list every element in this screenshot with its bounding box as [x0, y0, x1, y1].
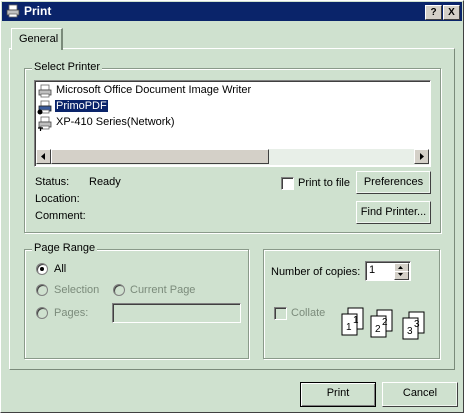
- preferences-button-label: Preferences: [363, 176, 424, 188]
- scroll-right-button[interactable]: [414, 149, 429, 164]
- spin-down-button[interactable]: [394, 271, 409, 280]
- copies-spinner[interactable]: 1: [365, 261, 411, 281]
- window-title: Print: [24, 4, 52, 18]
- radio-selected-dot: [40, 267, 44, 271]
- current-page-radio[interactable]: [113, 284, 125, 296]
- find-printer-button-label: Find Printer...: [360, 206, 427, 218]
- select-printer-label: Select Printer: [32, 61, 103, 73]
- collate-page-number: 2: [382, 317, 388, 328]
- printer-name: PrimoPDF: [55, 100, 108, 112]
- printer-icon: [6, 4, 20, 18]
- page-range-label: Page Range: [32, 242, 98, 254]
- scroll-left-button[interactable]: [36, 149, 51, 164]
- tab-general[interactable]: General: [11, 28, 63, 50]
- preferences-button[interactable]: Preferences: [356, 171, 431, 194]
- collate-page-number: 3: [407, 326, 413, 337]
- print-to-file-label[interactable]: Print to file: [298, 177, 350, 189]
- title-bar[interactable]: Print ? X: [2, 2, 462, 21]
- status-value: Ready: [89, 176, 121, 188]
- printer-icon: [38, 84, 52, 98]
- help-icon: ?: [430, 7, 437, 18]
- tab-general-label: General: [19, 33, 59, 45]
- network-printer-icon: [38, 116, 52, 131]
- pages-radio[interactable]: [36, 307, 48, 319]
- collate-page-number: 2: [375, 324, 381, 335]
- pages-label[interactable]: Pages:: [54, 307, 88, 319]
- print-button[interactable]: Print: [300, 382, 376, 407]
- find-printer-button[interactable]: Find Printer...: [356, 201, 431, 224]
- arrow-up-icon: [398, 266, 403, 269]
- close-icon: X: [448, 7, 455, 18]
- selection-radio[interactable]: [36, 284, 48, 296]
- collate-page-number: 1: [346, 322, 352, 333]
- collate-label[interactable]: Collate: [291, 307, 325, 319]
- selection-label[interactable]: Selection: [54, 284, 99, 296]
- horizontal-scrollbar[interactable]: [36, 149, 429, 165]
- printer-name: Microsoft Office Document Image Writer: [56, 84, 252, 96]
- collate-page-number: 3: [414, 319, 420, 330]
- cancel-button[interactable]: Cancel: [382, 382, 458, 407]
- pages-input[interactable]: [112, 303, 241, 323]
- help-button[interactable]: ?: [425, 5, 442, 20]
- arrow-right-icon: [420, 153, 424, 160]
- print-to-file-checkbox[interactable]: [281, 177, 294, 190]
- cancel-button-label: Cancel: [402, 387, 438, 399]
- collate-page-number: 1: [353, 315, 359, 326]
- current-page-label[interactable]: Current Page: [130, 284, 195, 296]
- scroll-thumb[interactable]: [51, 149, 269, 164]
- arrow-left-icon: [41, 153, 45, 160]
- copies-value: 1: [369, 264, 376, 276]
- close-button[interactable]: X: [443, 5, 460, 20]
- status-label: Status:: [35, 176, 70, 188]
- arrow-down-icon: [398, 273, 403, 276]
- printer-name: XP-410 Series(Network): [56, 116, 175, 128]
- print-dialog: Print ? X General Select Printer Microso…: [0, 0, 464, 413]
- comment-label: Comment:: [35, 210, 86, 222]
- all-label[interactable]: All: [54, 263, 66, 275]
- location-label: Location:: [35, 193, 80, 205]
- default-printer-icon: [37, 100, 52, 115]
- number-of-copies-label: Number of copies:: [271, 266, 361, 278]
- collate-pages-icon: 1 1 2 2 3 3: [341, 307, 425, 340]
- print-button-label: Print: [326, 387, 350, 399]
- all-radio[interactable]: [36, 263, 48, 275]
- collate-checkbox[interactable]: [274, 307, 287, 320]
- printer-list[interactable]: Microsoft Office Document Image Writer P…: [34, 80, 431, 167]
